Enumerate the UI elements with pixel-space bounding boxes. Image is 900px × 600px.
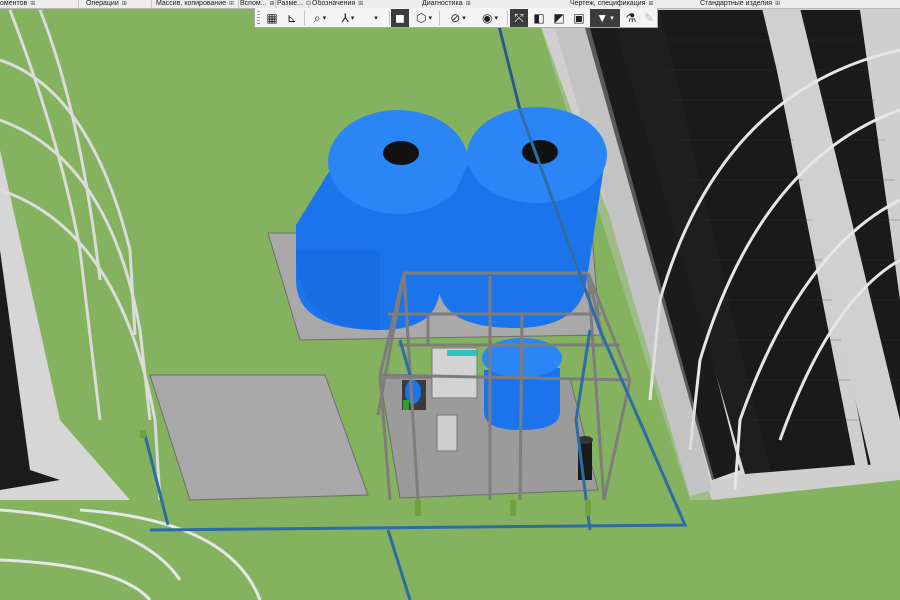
- toolbar-grip[interactable]: [257, 11, 260, 25]
- hide-objects-icon[interactable]: ⊘ ▾: [443, 9, 473, 27]
- panel-label-dimensions[interactable]: Разме...⊞: [277, 0, 311, 8]
- view-toolbar: ▦ ⊾ ⌕ ▾ ⅄ ▾ ▾ ◼ ⬡ ▾ ⊘ ▾ ◉ ▾ ⤧ ◧ ◩ ▣ ▼ ▾ ⚗ ✎: [254, 8, 658, 28]
- local-coordinate-system-icon[interactable]: ⊾: [283, 9, 301, 27]
- toolbar-separator: [507, 11, 508, 25]
- panel-label-standard-parts[interactable]: Стандартные изделия ⊞: [700, 0, 780, 8]
- panel-label-designations[interactable]: Обозначения ⊞: [312, 0, 363, 8]
- wireframe-view-icon[interactable]: ⬡ ▾: [411, 9, 437, 27]
- panel-label-drawing-spec[interactable]: Чертеж, спецификация ⊞: [570, 0, 653, 8]
- model-viewport[interactable]: [0, 0, 900, 600]
- pencil-icon: ✎: [643, 11, 655, 25]
- orientation-icon[interactable]: ⅄ ▾: [335, 9, 361, 27]
- panel-label-diagnostics[interactable]: Диагностика ⊞: [422, 0, 471, 8]
- grid-icon[interactable]: ▦: [263, 9, 281, 27]
- shaded-view-icon[interactable]: ◼: [391, 9, 409, 27]
- visibility-icon[interactable]: ◉ ▾: [475, 9, 505, 27]
- panel-separator: [238, 0, 239, 8]
- tank-hatch: [522, 140, 558, 164]
- simplified-display-icon[interactable]: ◩: [550, 9, 568, 27]
- measure-icon[interactable]: ⚗: [622, 9, 640, 27]
- pump-unit[interactable]: [402, 380, 426, 410]
- panel-separator: [308, 0, 309, 8]
- perspective-icon[interactable]: ⤧: [510, 9, 528, 27]
- section-icon[interactable]: ◧: [530, 9, 548, 27]
- panel-separator: [275, 0, 276, 8]
- toolbar-separator: [439, 11, 440, 25]
- filter-icon[interactable]: ▼ ▾: [590, 9, 620, 27]
- chevron-down-icon[interactable]: ▾: [494, 14, 498, 22]
- panel-separator: [151, 0, 152, 8]
- panel-separator: [78, 0, 79, 8]
- chevron-down-icon[interactable]: ▾: [428, 14, 432, 22]
- chevron-down-icon[interactable]: ▾: [374, 14, 378, 22]
- chevron-down-icon[interactable]: ▾: [462, 14, 466, 22]
- zoom-icon[interactable]: ⌕ ▾: [307, 9, 333, 27]
- toolbar-separator: [304, 11, 305, 25]
- panel-label-auxiliary[interactable]: Вспом... ⊞: [240, 0, 275, 8]
- settings-dropdown[interactable]: ▾: [363, 9, 387, 27]
- drawing-icon[interactable]: ▣: [570, 9, 588, 27]
- toolbar-separator: [389, 11, 390, 25]
- panel-label-array-copy[interactable]: Массив, копирование ⊞: [156, 0, 234, 8]
- panel-label-components[interactable]: оментов ⊞: [0, 0, 35, 8]
- tank-hatch: [383, 141, 419, 165]
- panel-label-operations[interactable]: Операции ⊞: [86, 0, 127, 8]
- chevron-down-icon[interactable]: ▾: [351, 14, 355, 22]
- chevron-down-icon[interactable]: ▾: [323, 14, 327, 22]
- chevron-down-icon[interactable]: ▾: [610, 14, 614, 22]
